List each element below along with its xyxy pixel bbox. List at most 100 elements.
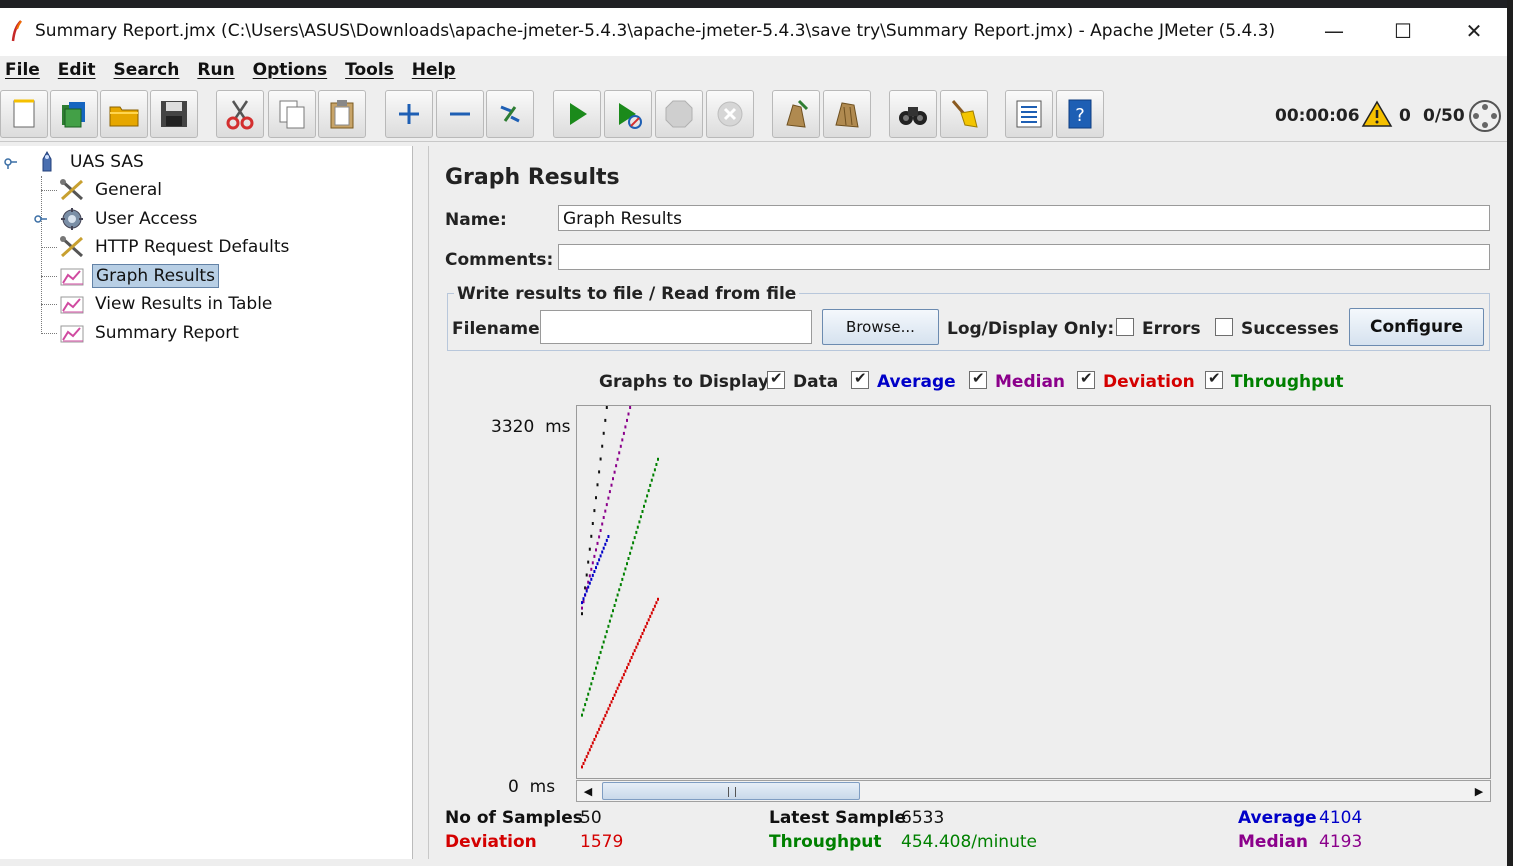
y-unit-bottom: ms bbox=[529, 777, 556, 797]
median-point bbox=[621, 438, 624, 442]
stop-icon bbox=[665, 100, 693, 128]
title-bar: Summary Report.jmx (C:\Users\ASUS\Downlo… bbox=[0, 8, 1507, 56]
shutdown-button[interactable] bbox=[706, 90, 754, 138]
scroll-left-button[interactable]: ◀ bbox=[577, 781, 599, 801]
median-point bbox=[599, 529, 602, 532]
listener-icon bbox=[60, 268, 84, 286]
deviation-point bbox=[649, 614, 652, 618]
help-button[interactable]: ? bbox=[1056, 90, 1104, 138]
clear-all-icon bbox=[835, 102, 859, 128]
comments-field[interactable] bbox=[558, 244, 1490, 270]
tree-item-user-access[interactable]: User Access bbox=[34, 206, 200, 232]
remote-status-icon bbox=[1469, 100, 1501, 132]
menu-run[interactable]: Run bbox=[197, 60, 234, 80]
tree-toggle-icon[interactable] bbox=[34, 212, 48, 226]
toggle-button[interactable] bbox=[486, 90, 534, 138]
deviation-point bbox=[610, 700, 613, 704]
split-pane-divider[interactable] bbox=[413, 146, 429, 859]
function-helper-button[interactable] bbox=[1005, 90, 1053, 138]
tree-item-view-results-table[interactable]: View Results in Table bbox=[58, 291, 275, 317]
deviation-point bbox=[650, 611, 653, 615]
tree-item-summary-report[interactable]: Summary Report bbox=[58, 320, 242, 346]
stop-button[interactable] bbox=[655, 90, 703, 138]
graph-scrollbar[interactable]: ◀ ▶ bbox=[576, 780, 1491, 802]
templates-button[interactable] bbox=[50, 90, 98, 138]
cut-button[interactable] bbox=[216, 90, 264, 138]
tree-item-http-defaults[interactable]: HTTP Request Defaults bbox=[58, 234, 292, 260]
name-field[interactable]: Graph Results bbox=[558, 205, 1490, 231]
average-value: 4104 bbox=[1319, 808, 1363, 828]
paste-button[interactable] bbox=[318, 90, 366, 138]
tree-item-graph-results[interactable]: Graph Results bbox=[58, 263, 219, 289]
deviation-checkbox[interactable] bbox=[1077, 369, 1095, 389]
successes-label: Successes bbox=[1241, 319, 1339, 339]
collapse-icon bbox=[450, 112, 470, 116]
tree-item-label: Graph Results bbox=[92, 264, 219, 288]
throughput-point bbox=[633, 536, 636, 540]
throughput-point bbox=[622, 572, 625, 576]
filename-input[interactable] bbox=[540, 310, 812, 344]
collapse-button[interactable] bbox=[436, 90, 484, 138]
scroll-thumb[interactable] bbox=[602, 782, 860, 800]
reset-search-button[interactable] bbox=[940, 90, 988, 138]
throughput-point bbox=[585, 697, 588, 701]
data-point bbox=[598, 470, 601, 474]
jmeter-feather-icon bbox=[11, 20, 22, 42]
errors-label: Errors bbox=[1142, 319, 1201, 339]
errors-checkbox[interactable] bbox=[1116, 318, 1134, 336]
deviation-point bbox=[624, 669, 627, 673]
average-option-label: Average bbox=[877, 372, 956, 392]
expand-button[interactable] bbox=[385, 90, 433, 138]
save-icon bbox=[161, 101, 187, 127]
median-point bbox=[604, 509, 607, 513]
clear-button[interactable] bbox=[772, 90, 820, 138]
configure-button[interactable]: Configure bbox=[1349, 308, 1484, 346]
save-button[interactable] bbox=[150, 90, 198, 138]
graphs-to-display-label: Graphs to Display bbox=[599, 372, 769, 392]
menu-help[interactable]: Help bbox=[412, 60, 456, 80]
average-checkbox[interactable] bbox=[851, 369, 869, 389]
throughput-point bbox=[595, 666, 597, 670]
search-button[interactable] bbox=[889, 90, 937, 138]
menu-search[interactable]: Search bbox=[114, 60, 180, 80]
templates-icon bbox=[62, 102, 85, 128]
copy-icon bbox=[279, 100, 305, 129]
data-checkbox[interactable] bbox=[767, 369, 785, 389]
minimize-button[interactable]: — bbox=[1314, 14, 1354, 48]
start-button[interactable] bbox=[553, 90, 601, 138]
throughput-option-label: Throughput bbox=[1231, 372, 1344, 392]
average-point bbox=[598, 558, 601, 562]
deviation-point bbox=[599, 724, 602, 728]
clear-all-button[interactable] bbox=[823, 90, 871, 138]
scroll-right-button[interactable]: ▶ bbox=[1468, 781, 1490, 801]
menu-tools[interactable]: Tools bbox=[345, 60, 394, 80]
successes-checkbox[interactable] bbox=[1215, 318, 1233, 336]
name-label: Name: bbox=[445, 210, 507, 230]
warning-count: 0 bbox=[1399, 106, 1411, 126]
menu-options[interactable]: Options bbox=[253, 60, 327, 80]
tree-toggle-icon[interactable] bbox=[4, 155, 18, 169]
maximize-button[interactable]: ☐ bbox=[1383, 14, 1423, 48]
tree-item-label: View Results in Table bbox=[95, 294, 273, 314]
copy-button[interactable] bbox=[268, 90, 316, 138]
menu-edit[interactable]: Edit bbox=[58, 60, 96, 80]
warning-icon[interactable] bbox=[1361, 100, 1393, 128]
deviation-point bbox=[653, 604, 656, 608]
open-button[interactable] bbox=[100, 90, 148, 138]
tree-item-general[interactable]: General bbox=[58, 177, 165, 203]
browse-button[interactable]: Browse... bbox=[822, 309, 939, 345]
median-point bbox=[629, 406, 632, 409]
deviation-point bbox=[621, 676, 624, 680]
shutdown-icon bbox=[717, 101, 743, 127]
throughput-point bbox=[601, 645, 604, 649]
menu-file[interactable]: File bbox=[5, 60, 40, 80]
tree-item-label: Summary Report bbox=[95, 323, 239, 343]
start-no-pauses-button[interactable] bbox=[604, 90, 652, 138]
tree-item-root[interactable]: UAS SAS bbox=[4, 149, 147, 175]
median-checkbox[interactable] bbox=[969, 369, 987, 389]
close-button[interactable]: ✕ bbox=[1454, 14, 1494, 48]
throughput-checkbox[interactable] bbox=[1205, 369, 1223, 389]
throughput-point bbox=[627, 557, 630, 560]
throughput-point bbox=[602, 640, 605, 644]
new-button[interactable] bbox=[0, 90, 48, 138]
